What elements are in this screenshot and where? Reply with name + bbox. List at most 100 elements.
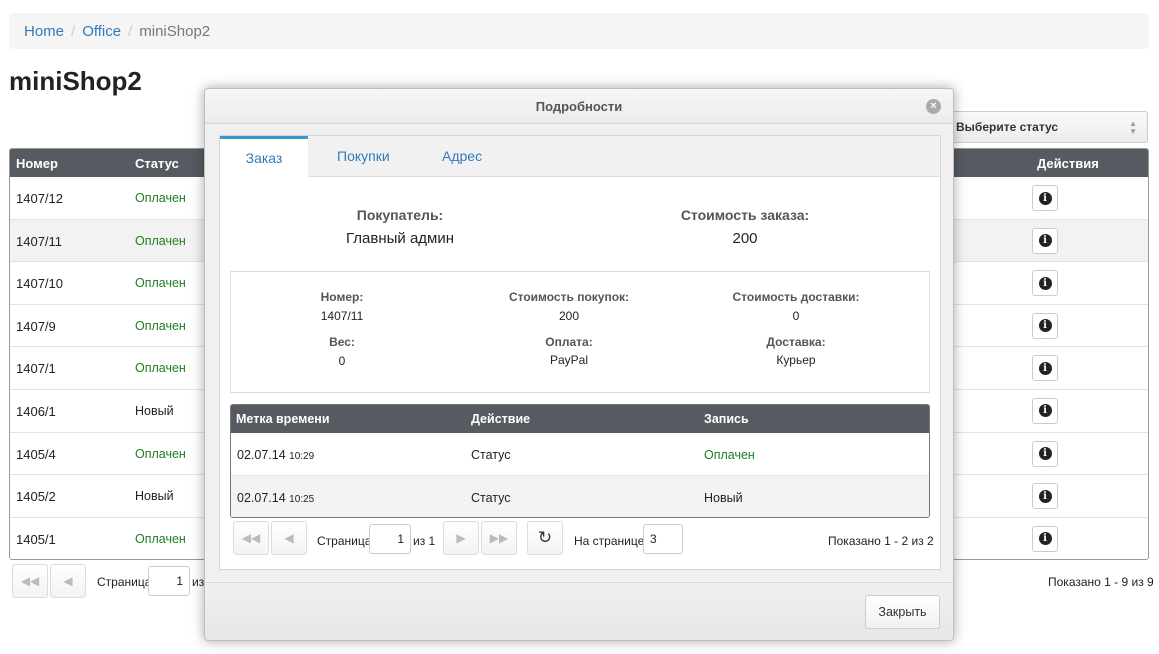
column-header-entry[interactable]: Запись [704,412,749,426]
info-icon: i [1038,319,1052,333]
order-number: 1407/12 [16,191,63,206]
first-page-button[interactable]: ◀◀ [12,564,48,598]
page-label: Страница [317,534,372,548]
refresh-button[interactable]: ↻ [527,521,563,555]
page-number-input[interactable] [148,566,190,596]
order-status: Оплачен [135,233,186,248]
number-label: Номер: [320,290,364,304]
log-date: 02.07.14 [237,448,286,462]
modal-header: Подробности × [205,89,953,124]
payment-value: PayPal [549,353,589,367]
breadcrumb-office-link[interactable]: Office [82,23,121,40]
order-status: Оплачен [135,446,186,461]
column-header-action[interactable]: Действие [471,412,530,426]
order-info-button[interactable]: i [1032,270,1058,297]
log-entry: Оплачен [704,448,755,462]
breadcrumb-current: miniShop2 [139,22,211,40]
last-page-icon: ▶▶ [489,531,509,545]
close-button[interactable]: Закрыть [865,595,940,629]
breadcrumb-home-link[interactable]: Home [24,23,64,40]
delivery-cost-label: Стоимость доставки: [732,290,860,304]
table-row[interactable]: 02.07.14 10:29 Статус Оплачен [231,433,929,476]
number-value: 1407/11 [320,309,364,323]
modal-body: Заказ Покупки Адрес Покупатель: Главный … [219,135,941,570]
status-filter-placeholder: Выберите статус [956,120,1059,134]
column-header-actions: Действия [1037,156,1099,171]
order-status: Оплачен [135,531,186,546]
log-action: Статус [471,448,511,462]
column-header-timestamp[interactable]: Метка времени [236,412,330,426]
payment-label: Оплата: [545,335,593,349]
info-icon: i [1038,361,1052,375]
prev-page-button[interactable]: ◀ [271,521,307,555]
page-of-label: из 1 [413,534,436,548]
order-info-button[interactable]: i [1032,185,1058,211]
items-cost-label: Стоимость покупок: [508,290,630,304]
prev-page-icon: ◀ [284,531,294,545]
breadcrumb: Home / Office / miniShop2 [9,13,1149,49]
status-filter-select[interactable]: Выберите статус ▲ ▼ [945,111,1148,143]
order-info-button[interactable]: i [1032,397,1058,424]
prev-page-icon: ◀ [63,574,73,588]
shown-count: Показано 1 - 2 из 2 [828,534,934,548]
first-page-button[interactable]: ◀◀ [233,521,269,555]
order-number: 1405/4 [16,446,56,462]
tab-purchases[interactable]: Покупки [337,136,390,177]
order-status: Оплачен [135,318,186,333]
info-icon: i [1038,447,1052,461]
order-number: 1405/2 [16,489,56,505]
log-timestamp: 02.07.14 10:29 [237,448,314,462]
tab-address[interactable]: Адрес [442,136,482,177]
page-title: miniShop2 [9,66,142,96]
delivery-cost-value: 0 [792,309,800,323]
order-info-button[interactable]: i [1032,355,1058,382]
order-details-modal: Подробности × Заказ Покупки Адрес Покупа… [204,88,954,641]
info-icon: i [1038,532,1052,546]
order-number: 1407/1 [16,361,56,377]
weight-label: Вес: [329,335,355,349]
log-time: 10:25 [289,494,315,505]
modal-title: Подробности [535,99,623,114]
order-details-box: Номер: 1407/11 Стоимость покупок: 200 Ст… [230,271,930,393]
info-icon: i [1038,404,1052,418]
log-timestamp: 02.07.14 10:25 [237,491,314,505]
order-cost-label: Стоимость заказа: [680,207,810,223]
table-row[interactable]: 02.07.14 10:25 Статус Новый [231,476,929,517]
close-icon[interactable]: × [926,99,941,114]
first-page-icon: ◀◀ [20,574,40,588]
customer-value: Главный админ [345,230,455,247]
order-number: 1406/1 [16,403,56,419]
info-icon: i [1038,489,1052,503]
order-number: 1407/10 [16,276,63,292]
weight-value: 0 [338,354,346,368]
per-page-input[interactable] [643,524,683,554]
info-icon: i [1038,191,1052,205]
order-info-button[interactable]: i [1032,312,1058,339]
log-action: Статус [471,491,511,505]
column-header-number[interactable]: Номер [16,156,58,171]
info-icon: i [1038,276,1052,290]
modal-tabs: Заказ Покупки Адрес [220,136,940,178]
per-page-label: На странице: [574,534,648,548]
page-number-input[interactable] [369,524,411,554]
delivery-value: Курьер [776,353,816,367]
page-of-label: из [192,575,205,589]
tab-order[interactable]: Заказ [220,136,308,178]
prev-page-button[interactable]: ◀ [50,564,86,598]
select-arrows-icon: ▲ ▼ [1129,119,1137,136]
order-info-button[interactable]: i [1032,440,1058,467]
next-page-button[interactable]: ▶ [443,521,479,555]
log-date: 02.07.14 [237,491,286,505]
order-info-button[interactable]: i [1032,227,1058,254]
column-header-status[interactable]: Статус [135,156,179,171]
modal-footer: Закрыть [205,582,953,640]
order-info-button[interactable]: i [1032,483,1058,510]
info-icon: i [1038,234,1052,248]
last-page-button[interactable]: ▶▶ [481,521,517,555]
order-cost-value: 200 [732,230,758,247]
page-label: Страница [97,575,152,589]
items-cost-value: 200 [558,309,580,323]
refresh-icon: ↻ [537,528,553,547]
order-number: 1407/9 [16,318,56,334]
order-info-button[interactable]: i [1032,525,1058,552]
